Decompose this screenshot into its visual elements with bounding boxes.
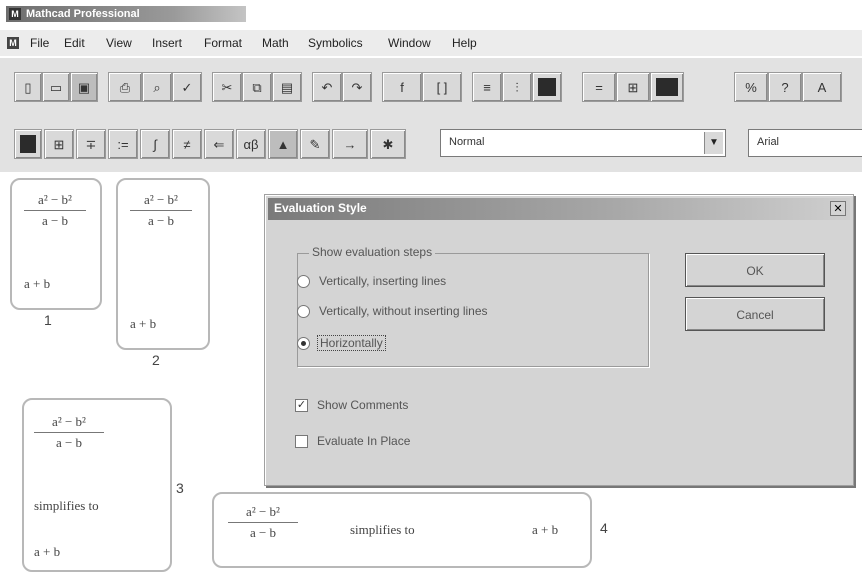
boolean-icon[interactable]: ≠ bbox=[172, 129, 202, 159]
print-preview-icon[interactable]: ⌕ bbox=[142, 72, 172, 102]
result: a + b bbox=[34, 544, 61, 559]
font-select-value: Arial bbox=[757, 136, 780, 148]
menu-view[interactable]: View bbox=[106, 35, 132, 51]
redo-icon[interactable]: ↷ bbox=[342, 72, 372, 102]
region-label: 2 bbox=[152, 352, 160, 368]
checkbox-unchecked[interactable] bbox=[295, 435, 308, 448]
math-region-1[interactable]: a² − b² a − b a + b bbox=[10, 178, 102, 310]
calculate-icon[interactable]: = bbox=[582, 72, 616, 102]
print-icon[interactable]: ⎙ bbox=[108, 72, 142, 102]
region-label: 1 bbox=[44, 312, 52, 328]
math-region-3[interactable]: a² − b² a − b simplifies to a + b bbox=[22, 398, 172, 572]
menu-bar: M File Edit View Insert Format Math Symb… bbox=[0, 30, 862, 56]
radio-button[interactable] bbox=[297, 275, 310, 288]
zoom-icon[interactable]: % bbox=[734, 72, 768, 102]
simplifies-text: simplifies to bbox=[34, 498, 99, 513]
close-icon[interactable]: ✕ bbox=[830, 201, 846, 216]
evaluation-icon[interactable]: := bbox=[108, 129, 138, 159]
menu-math[interactable]: Math bbox=[262, 35, 289, 51]
undo-icon[interactable]: ↶ bbox=[312, 72, 342, 102]
region-label: 4 bbox=[600, 520, 608, 536]
font-select[interactable]: Arial bbox=[748, 129, 862, 157]
math-region-4[interactable]: a² − b² a − b simplifies to a + b bbox=[212, 492, 592, 568]
fraction: a² − b² a − b bbox=[24, 192, 86, 229]
modifiers-icon[interactable]: ✱ bbox=[370, 129, 406, 159]
copy-icon[interactable]: ⧉ bbox=[242, 72, 272, 102]
dialog-title-bar: Evaluation Style ✕ bbox=[268, 198, 850, 220]
fraction: a² − b² a − b bbox=[34, 414, 104, 451]
ok-button[interactable]: OK bbox=[685, 253, 825, 287]
menu-window[interactable]: Window bbox=[388, 35, 431, 51]
insert-unit-icon[interactable]: [ ] bbox=[422, 72, 462, 102]
calculus-icon[interactable]: ∫ bbox=[140, 129, 170, 159]
menu-help[interactable]: Help bbox=[452, 35, 477, 51]
menu-symbolics[interactable]: Symbolics bbox=[308, 35, 363, 51]
align-down-icon[interactable]: ⫶ bbox=[502, 72, 532, 102]
standard-toolbar: ▯ ▭ ▣ ⎙ ⌕ ✓ ✂ ⧉ ▤ ↶ ↷ f [ ] ≡ ⫶ = ⊞ % ? … bbox=[0, 58, 862, 114]
align-across-icon[interactable]: ≡ bbox=[472, 72, 502, 102]
result: a + b bbox=[130, 316, 157, 331]
result: a + b bbox=[532, 522, 559, 537]
group-label: Show evaluation steps bbox=[309, 245, 436, 259]
symbolic-icon[interactable]: ▲ bbox=[268, 129, 298, 159]
math-toolbar: ⊞ ∓ := ∫ ≠ ⇐ αβ ▲ ✎ → ✱ bbox=[0, 114, 862, 172]
insert-function-icon[interactable]: f bbox=[382, 72, 422, 102]
menu-format[interactable]: Format bbox=[204, 35, 242, 51]
vector-matrix-icon[interactable]: ∓ bbox=[76, 129, 106, 159]
document-icon[interactable]: M bbox=[7, 37, 19, 49]
evaluation-style-dialog: Evaluation Style ✕ Show evaluation steps… bbox=[264, 194, 854, 486]
text-icon[interactable]: A bbox=[802, 72, 842, 102]
symbolic-keyword-icon[interactable]: → bbox=[332, 129, 368, 159]
fraction: a² − b² a − b bbox=[228, 504, 298, 541]
paste-icon[interactable]: ▤ bbox=[272, 72, 302, 102]
window-title: Mathcad Professional bbox=[26, 8, 140, 20]
dialog-title: Evaluation Style bbox=[274, 201, 367, 215]
spell-check-icon[interactable]: ✓ bbox=[172, 72, 202, 102]
graph-palette-icon[interactable]: ✎ bbox=[300, 129, 330, 159]
graph-icon[interactable]: ⊞ bbox=[44, 129, 74, 159]
title-bar: M Mathcad Professional bbox=[0, 0, 862, 28]
save-icon[interactable]: ▣ bbox=[70, 72, 98, 102]
style-select[interactable]: Normal ▼ bbox=[440, 129, 726, 157]
radio-button[interactable] bbox=[297, 305, 310, 318]
region-icon[interactable] bbox=[532, 72, 562, 102]
radio-button-selected[interactable] bbox=[297, 337, 310, 350]
simplifies-text: simplifies to bbox=[350, 522, 415, 537]
result: a + b bbox=[24, 276, 51, 291]
new-icon[interactable]: ▯ bbox=[14, 72, 42, 102]
menu-file[interactable]: File bbox=[30, 35, 49, 51]
style-select-value: Normal bbox=[449, 136, 485, 148]
cancel-button[interactable]: Cancel bbox=[685, 297, 825, 331]
fraction: a² − b² a − b bbox=[130, 192, 192, 229]
component-icon[interactable]: ⊞ bbox=[616, 72, 650, 102]
mathcad-icon[interactable]: M bbox=[9, 8, 21, 20]
resource-center-icon[interactable] bbox=[650, 72, 684, 102]
calculator-icon[interactable] bbox=[14, 129, 42, 159]
region-label: 3 bbox=[176, 480, 184, 496]
greek-icon[interactable]: αβ bbox=[236, 129, 266, 159]
menu-insert[interactable]: Insert bbox=[152, 35, 182, 51]
open-icon[interactable]: ▭ bbox=[42, 72, 70, 102]
chevron-down-icon[interactable]: ▼ bbox=[704, 132, 723, 154]
programming-icon[interactable]: ⇐ bbox=[204, 129, 234, 159]
menu-edit[interactable]: Edit bbox=[64, 35, 85, 51]
cut-icon[interactable]: ✂ bbox=[212, 72, 242, 102]
help-icon[interactable]: ? bbox=[768, 72, 802, 102]
math-region-2[interactable]: a² − b² a − b a + b bbox=[116, 178, 210, 350]
checkbox-checked[interactable]: ✓ bbox=[295, 399, 308, 412]
